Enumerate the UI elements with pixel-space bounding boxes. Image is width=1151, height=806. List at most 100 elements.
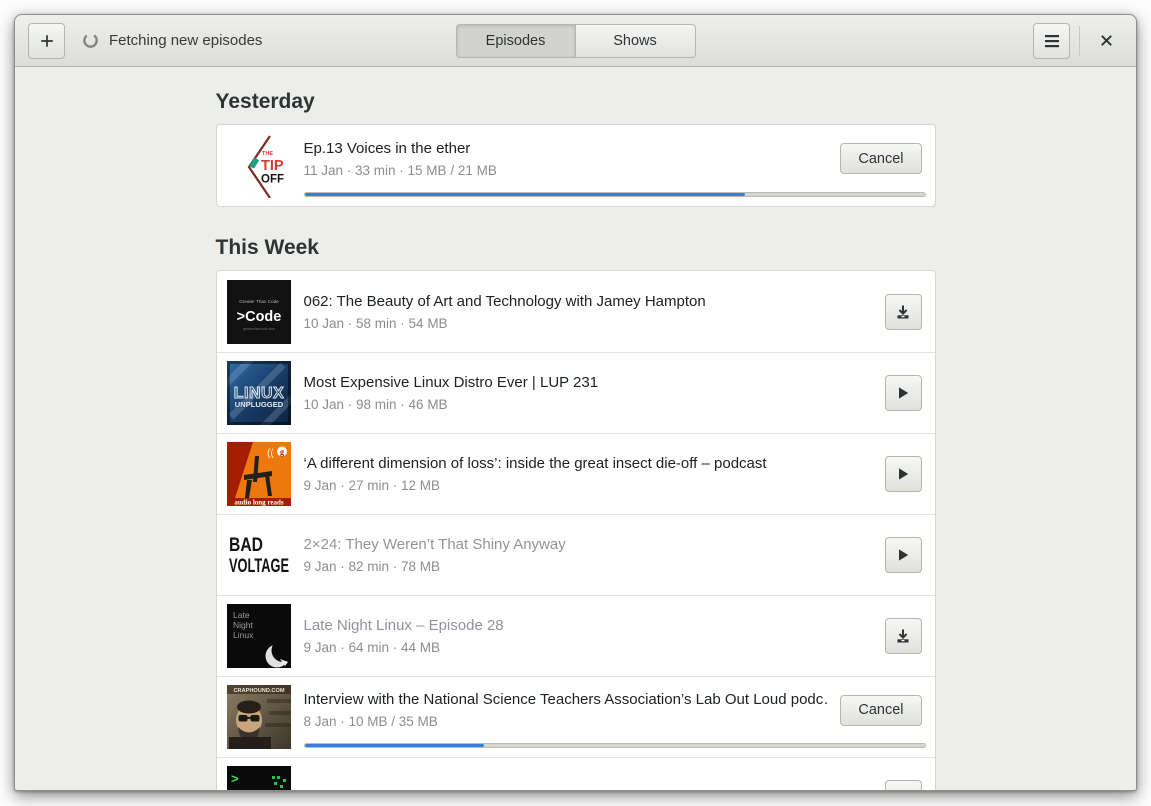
hamburger-icon — [1044, 34, 1059, 47]
plus-icon — [40, 34, 53, 47]
tab-episodes[interactable]: Episodes — [455, 23, 576, 58]
fetch-status-text: Fetching new episodes — [109, 32, 263, 49]
download-progress-fill — [304, 193, 745, 196]
download-icon — [895, 790, 911, 791]
svg-text:OFF: OFF — [261, 173, 284, 185]
episode-meta: 11 Jan · 33 min · 15 MB / 21 MB — [303, 162, 497, 178]
download-icon — [897, 305, 909, 318]
svg-text:Night: Night — [233, 620, 253, 630]
headerbar: Fetching new episodes Episodes Shows — [15, 15, 1136, 67]
episode-text: Ep.13 Voices in the ether 11 Jan · 33 mi… — [304, 140, 828, 178]
bad-voltage-cover-art: BADVOLTAGE — [226, 523, 291, 587]
episode-row[interactable]: CRAPHOUND.COM Interview with the Nationa… — [216, 676, 935, 757]
episode-meta: 8 Jan · 10 MB / 35 MB — [303, 714, 438, 729]
audio-long-reads-cover-art: ((g audio long reads — [226, 442, 291, 507]
header-separator — [1079, 25, 1080, 56]
show-cover: Greater Than Code >Code greaterthancode.co… — [226, 279, 291, 344]
svg-text:UNPLUGGED: UNPLUGGED — [234, 400, 283, 409]
episode-row[interactable]: Greater Than Code >Code greaterthancode.co… — [217, 271, 935, 352]
episode-action — [884, 537, 922, 573]
spinner-icon — [83, 33, 98, 48]
episode-card: THE TIP OFF Ep.13 Voices in the ether 11 J… — [215, 124, 936, 207]
show-cover: LINUX UNPLUGGED UNPLUGGED — [226, 361, 291, 425]
download-progress-fill — [304, 744, 485, 747]
episode-row[interactable]: BAD VOLTAGE 2×24: They Weren’t That Shiny… — [216, 514, 935, 595]
episode-text: Most Expensive Linux Distro Ever | LUP 2… — [304, 374, 872, 412]
episode-meta: 9 Jan · 82 min · 78 MB — [303, 559, 441, 574]
episode-text: 2×24: They Weren’t That Shiny Anyway 9 J… — [304, 536, 872, 574]
svg-text:BAD: BAD — [229, 535, 263, 556]
add-podcast-button[interactable] — [28, 22, 65, 59]
craphound-cover-art: CRAPHOUND.COM — [226, 685, 291, 749]
svg-text:IRL: IRL — [242, 790, 279, 791]
download-button[interactable] — [884, 293, 922, 330]
svg-text:Greater Than Code: Greater Than Code — [239, 299, 279, 304]
episode-title: Interview with the National Science Teac… — [303, 691, 828, 708]
section-title: Yesterday — [215, 90, 315, 113]
episode-title: Most Expensive Linux Distro Ever | LUP 2… — [303, 374, 599, 391]
irl-cover-art: >IRLIRLsp — [226, 766, 291, 791]
svg-text:THE: THE — [262, 151, 273, 157]
episode-row[interactable]: Late Night Linux Late Night Linux – Episod… — [216, 595, 935, 676]
episode-text: ‘A different dimension of loss’: inside … — [304, 455, 872, 493]
close-icon — [1100, 35, 1112, 46]
tip-off-cover-art: THETIPOFF — [226, 133, 291, 198]
cancel-button[interactable]: Cancel — [840, 694, 922, 726]
episode-action — [884, 456, 922, 492]
download-button[interactable] — [884, 618, 922, 654]
play-icon — [899, 387, 909, 399]
tab-shows[interactable]: Shows — [575, 23, 696, 58]
svg-text:Linux: Linux — [233, 630, 254, 640]
episode-row[interactable]: LINUX UNPLUGGED UNPLUGGED Most Expensive L… — [216, 352, 935, 433]
episode-meta: 10 Jan · 98 min · 46 MB — [303, 397, 448, 412]
play-button[interactable] — [884, 537, 922, 573]
episode-title: Late Night Linux – Episode 28 — [303, 617, 504, 634]
episode-card: Greater Than Code >Code greaterthancode.co… — [215, 270, 936, 791]
episodes-view: Yesterday THE TIP OFF Ep.13 Voices in the … — [15, 67, 1136, 791]
episode-action — [884, 618, 922, 654]
menu-button[interactable] — [1033, 22, 1070, 59]
episode-title: 062: The Beauty of Art and Technology wi… — [303, 292, 706, 310]
show-cover: CRAPHOUND.COM — [226, 685, 291, 749]
episode-row[interactable]: >IRLIRLsp Bot or Not — [216, 757, 935, 791]
svg-text:g: g — [280, 448, 284, 457]
close-button[interactable] — [1089, 24, 1123, 58]
episode-title: Ep.13 Voices in the ether — [303, 139, 471, 157]
section-title: This Week — [215, 236, 319, 259]
svg-text:audio long reads: audio long reads — [234, 499, 284, 507]
download-progressbar — [303, 743, 926, 748]
episode-title: ‘A different dimension of loss’: inside … — [303, 455, 767, 472]
episode-title: 2×24: They Weren’t That Shiny Anyway — [303, 536, 566, 553]
show-cover: THE TIP OFF — [226, 133, 291, 198]
episode-section: Yesterday THE TIP OFF Ep.13 Voices in the … — [215, 90, 936, 207]
episode-text: 062: The Beauty of Art and Technology wi… — [304, 293, 872, 331]
header-right-controls — [1033, 22, 1123, 59]
episode-text: Interview with the National Science Teac… — [304, 691, 828, 729]
play-button[interactable] — [884, 375, 922, 411]
episode-text: Late Night Linux – Episode 28 9 Jan · 64… — [304, 617, 872, 655]
svg-text:greaterthancode.com: greaterthancode.com — [242, 327, 274, 331]
show-cover: Late Night Linux — [226, 604, 291, 668]
scroll-undershoot-indicator — [15, 790, 1136, 791]
view-switcher: Episodes Shows — [455, 23, 696, 58]
play-icon — [899, 468, 909, 480]
episode-action — [884, 293, 922, 330]
episode-section: This Week Greater Than Code >Code greatert… — [215, 236, 936, 791]
late-night-linux-cover-art: LateNightLinux — [226, 604, 291, 668]
svg-text:VOLTAGE: VOLTAGE — [229, 556, 289, 577]
episode-meta: 10 Jan · 58 min · 54 MB — [303, 315, 448, 331]
episode-text: Bot or Not — [304, 787, 872, 791]
cancel-button[interactable]: Cancel — [840, 143, 922, 174]
play-button[interactable] — [884, 456, 922, 492]
episode-row[interactable]: ((g audio long reads ‘A different dimensi… — [216, 433, 935, 514]
svg-text:>: > — [231, 771, 239, 786]
episode-action: Cancel — [840, 143, 922, 174]
play-icon — [899, 549, 909, 561]
episodes-list: Yesterday THE TIP OFF Ep.13 Voices in the … — [215, 67, 936, 791]
episode-title: Bot or Not — [304, 787, 872, 791]
episode-row[interactable]: THE TIP OFF Ep.13 Voices in the ether 11 J… — [217, 125, 935, 206]
show-cover: >IRLIRLsp — [226, 766, 291, 791]
show-cover: ((g audio long reads — [226, 442, 291, 507]
episode-action — [884, 375, 922, 411]
greater-than-code-cover-art: Greater Than Code >Code greaterthancode.co… — [226, 279, 291, 344]
